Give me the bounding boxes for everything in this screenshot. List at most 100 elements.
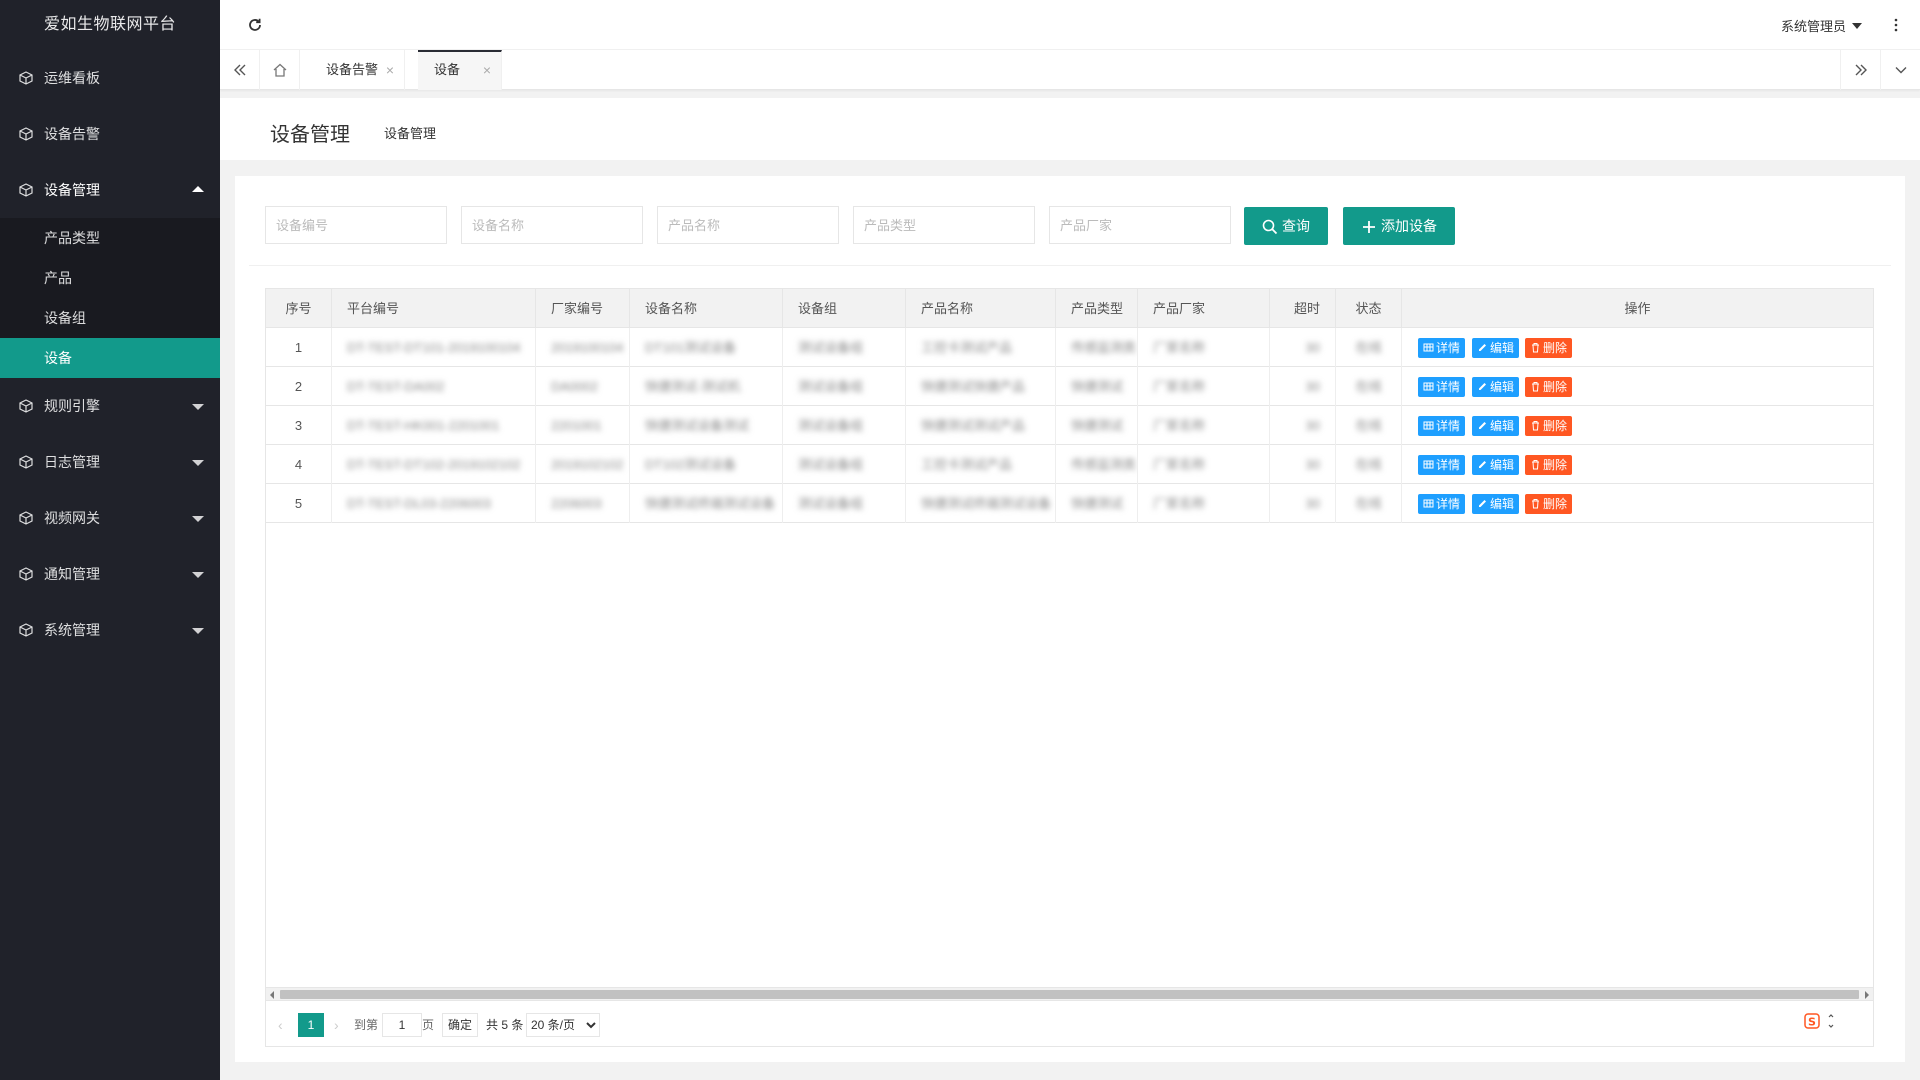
product-name-input[interactable] [657, 206, 839, 244]
sidebar-item-7[interactable]: 系统管理 [0, 602, 220, 658]
user-name: 系统管理员 [1780, 19, 1846, 34]
cube-icon [19, 567, 33, 581]
tabs-scroll-left-button[interactable] [220, 50, 260, 90]
query-button[interactable]: 查询 [1244, 207, 1328, 245]
cell-value: 快捷测试快捷产品 [921, 379, 1026, 394]
sidebar-item-4[interactable]: 日志管理 [0, 434, 220, 490]
table-cell: DA0002 [536, 367, 630, 406]
add-device-button[interactable]: 添加设备 [1343, 207, 1455, 245]
caret-down-icon [1852, 23, 1862, 29]
delete-button[interactable]: 删除 [1525, 416, 1573, 436]
page-size-select[interactable]: 20 条/页 [526, 1013, 600, 1037]
table-cell: 2201001 [536, 406, 630, 445]
cell-value: 快捷测试终端测试设备 [921, 496, 1052, 511]
cell-value: 厂家名称 [1153, 418, 1206, 433]
device-name-input[interactable] [461, 206, 643, 244]
delete-button[interactable]: 删除 [1525, 377, 1573, 397]
sidebar-item-0[interactable]: 运维看板 [0, 50, 220, 106]
table-cell: 1 [266, 328, 332, 367]
table-cell: DT102测试设备 [630, 445, 783, 484]
table-cell: 30 [1270, 328, 1336, 367]
sidebar-subitem-3[interactable]: 设备 [0, 338, 220, 378]
detail-button[interactable]: 详情 [1418, 338, 1466, 358]
cell-value: 3 [294, 418, 303, 433]
cell-value: 测试设备组 [798, 496, 864, 511]
cell-value: 在线 [1355, 379, 1382, 394]
sidebar-subitem-0[interactable]: 产品类型 [0, 218, 220, 258]
close-icon[interactable]: × [386, 50, 394, 90]
sidebar-item-3[interactable]: 规则引擎 [0, 378, 220, 434]
goto-page-input[interactable] [382, 1013, 422, 1037]
vendor-input[interactable] [1049, 206, 1231, 244]
column-header: 产品名称 [906, 289, 1056, 328]
trash-icon [1532, 382, 1539, 392]
cell-value: 在线 [1355, 496, 1382, 511]
sidebar-item-1[interactable]: 设备告警 [0, 106, 220, 162]
scroll-left-arrow-icon[interactable] [270, 991, 274, 999]
next-page-icon[interactable]: › [334, 1013, 339, 1037]
double-chevron-right-icon [1855, 64, 1867, 76]
table-cell: DT-TEST-HK001-2201001 [332, 406, 536, 445]
delete-button[interactable]: 删除 [1525, 455, 1573, 475]
tab-device[interactable]: 设备 × [418, 50, 502, 90]
prev-page-icon[interactable]: ‹ [278, 1013, 283, 1037]
tab-device-alarm[interactable]: 设备告警 × [300, 50, 405, 90]
scroll-right-arrow-icon[interactable] [1865, 991, 1869, 999]
edit-button[interactable]: 编辑 [1472, 377, 1520, 397]
sidebar-item-6[interactable]: 通知管理 [0, 546, 220, 602]
home-tab[interactable] [260, 50, 300, 90]
detail-button[interactable]: 详情 [1418, 416, 1466, 436]
chevron-down-icon [1895, 67, 1906, 74]
query-button-label: 查询 [1282, 218, 1310, 234]
sidebar-item-5[interactable]: 视频网关 [0, 490, 220, 546]
page-number-current[interactable]: 1 [298, 1013, 324, 1037]
horizontal-scrollbar[interactable] [266, 987, 1873, 1000]
edit-button[interactable]: 编辑 [1472, 455, 1520, 475]
product-type-input[interactable] [853, 206, 1035, 244]
sidebar-submenu: 产品类型 产品 设备组 设备 [0, 218, 220, 378]
table-cell: 厂家名称 [1138, 484, 1270, 523]
column-header: 产品厂家 [1138, 289, 1270, 328]
table-cell: 测试设备组 [783, 484, 906, 523]
cell-value: 在线 [1355, 457, 1382, 472]
table-cell: 3 [266, 406, 332, 445]
table-cell: 30 [1270, 445, 1336, 484]
table-cell: 厂家名称 [1138, 406, 1270, 445]
sidebar-item-label: 日志管理 [44, 454, 100, 470]
cell-value: 4 [294, 457, 303, 472]
caret-down-icon [192, 628, 204, 634]
tabs-scroll-right-button[interactable] [1840, 50, 1880, 90]
tabs-menu-button[interactable] [1880, 50, 1920, 90]
pagination: ‹ 1 › 到第 页 确定 共 5 条 20 条/页 S [265, 1001, 1874, 1047]
detail-button[interactable]: 详情 [1418, 377, 1466, 397]
sidebar-nav: 运维看板 设备告警 设备管理 产品类型 产品 设备组 设备 规则引擎日志管理视频网关 通知管理系… [0, 50, 220, 658]
scrollbar-thumb[interactable] [280, 990, 1859, 999]
user-menu[interactable]: 系统管理员 [1781, 16, 1862, 35]
detail-button[interactable]: 详情 [1418, 455, 1466, 475]
add-device-button-label: 添加设备 [1381, 218, 1437, 234]
table-cell: 在线 [1336, 367, 1402, 406]
more-vertical-icon[interactable] [1894, 17, 1898, 33]
refresh-icon[interactable] [247, 17, 263, 33]
close-icon[interactable]: × [483, 52, 491, 88]
cell-value: 厂家名称 [1153, 340, 1206, 355]
edit-label: 编辑 [1490, 419, 1515, 433]
detail-button[interactable]: 详情 [1418, 494, 1466, 514]
edit-button[interactable]: 编辑 [1472, 494, 1520, 514]
table-cell: 快捷测试测试产品 [906, 406, 1056, 445]
detail-label: 详情 [1436, 497, 1461, 511]
table-cell: 在线 [1336, 484, 1402, 523]
device-code-input[interactable] [265, 206, 447, 244]
edit-button[interactable]: 编辑 [1472, 338, 1520, 358]
input-method-icon[interactable]: S [1803, 1011, 1843, 1031]
table-cell: 厂家名称 [1138, 445, 1270, 484]
goto-confirm-button[interactable]: 确定 [442, 1013, 478, 1037]
sidebar-subitem-2[interactable]: 设备组 [0, 298, 220, 338]
edit-button[interactable]: 编辑 [1472, 416, 1520, 436]
pencil-icon [1479, 383, 1486, 390]
sidebar-subitem-1[interactable]: 产品 [0, 258, 220, 298]
sidebar-item-2[interactable]: 设备管理 [0, 162, 220, 218]
delete-button[interactable]: 删除 [1525, 494, 1573, 514]
delete-button[interactable]: 删除 [1525, 338, 1573, 358]
delete-label: 删除 [1543, 341, 1568, 355]
